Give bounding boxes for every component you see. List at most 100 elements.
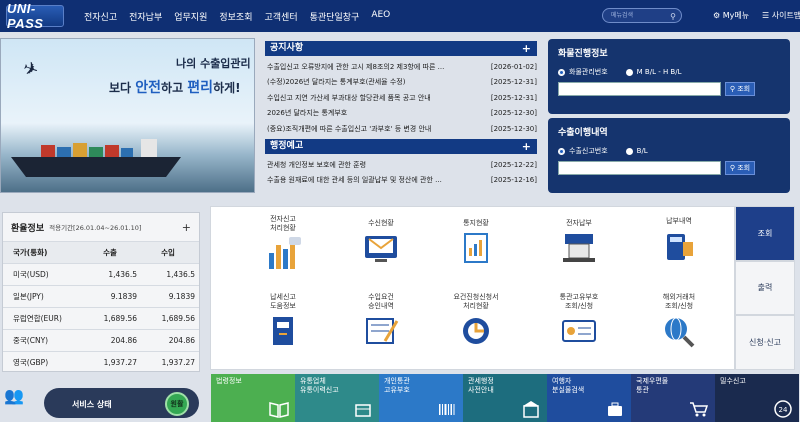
- tab-inquiry[interactable]: 조회: [735, 206, 795, 261]
- list-item[interactable]: 2026년 달라지는 통계부호 [2025-12-30]: [267, 106, 537, 122]
- cargo-radio-bl[interactable]: M B/L - H B/L: [625, 67, 682, 77]
- payment-terminal-icon: [563, 234, 595, 262]
- menu-search-input[interactable]: 메뉴검색 ⚲: [602, 8, 682, 23]
- bar-chart-icon: [269, 237, 301, 269]
- nav-customer-center[interactable]: 고객센터: [265, 10, 298, 23]
- cargo-track-title: 화물진행정보: [558, 49, 608, 59]
- grid-item-tax-help[interactable]: 납세신고 도움정보: [233, 293, 333, 351]
- phone-24-icon: 24: [774, 400, 792, 418]
- service-grid: 전자신고 처리현황 수신현황 통지현황 전자납부 납부내역 납세신고 도움정보 …: [210, 206, 735, 370]
- list-item[interactable]: 관세청 개인정보 보호에 관한 훈령 [2025-12-22]: [267, 157, 537, 173]
- exchange-rate-panel: 환율정보 적용기간[26.01.04~26.01.10] + 국가(통화) 수출…: [2, 212, 200, 372]
- table-row: 영국(GBP) 1,937.27 1,937.27: [3, 351, 199, 373]
- cargo-number-input[interactable]: [558, 82, 721, 96]
- table-row: 유럽연합(EUR) 1,689.56 1,689.56: [3, 307, 199, 329]
- cargo-track-panel: 화물진행정보 화물관리번호 M B/L - H B/L ⚲ 조회: [548, 39, 790, 114]
- radio-selected-icon: [558, 147, 565, 155]
- disc-status-icon: [463, 318, 489, 344]
- admin-notice-header: 행정예고 +: [265, 139, 537, 154]
- nav-e-declaration[interactable]: 전자신고: [84, 10, 117, 23]
- quick-distribution-report[interactable]: 유통업체 유통이력신고: [295, 374, 379, 422]
- unipass-logo[interactable]: UNI-PASS: [6, 1, 64, 31]
- nav-e-payment[interactable]: 전자납부: [129, 10, 162, 23]
- search-icon: ⚲: [729, 164, 735, 172]
- grid-tabs: 조회 출력 신청·신고: [735, 206, 795, 370]
- banner-headline: 나의 수출입관리: [176, 57, 251, 70]
- list-item[interactable]: (중요)조직개편에 따른 수출입신고 '과부호' 등 변경 안내 [2025-12…: [267, 121, 537, 137]
- quick-personal-customs-code[interactable]: 개인통관 고유부호: [379, 374, 463, 422]
- sitemap-label: 사이트맵: [771, 11, 800, 20]
- nav-single-window[interactable]: 통관단일창구: [310, 10, 360, 23]
- grid-item-customs-id[interactable]: 통관고유부호 조회/신청: [529, 293, 629, 351]
- report-document-icon: [464, 233, 488, 263]
- nav-aeo[interactable]: AEO: [371, 10, 390, 23]
- service-status-label: 서비스 상태: [72, 400, 112, 409]
- calculator-icon: [667, 234, 693, 260]
- tab-print[interactable]: 출력: [735, 260, 795, 316]
- search-placeholder: 메뉴검색: [611, 12, 634, 19]
- quick-intl-mail[interactable]: 국제우편물 통관: [631, 374, 715, 422]
- grid-item-e-payment[interactable]: 전자납부: [529, 219, 629, 268]
- grid-item-declaration-status[interactable]: 전자신고 처리현황: [233, 215, 333, 273]
- exchange-period: 적용기간[26.01.04~26.01.10]: [49, 224, 142, 232]
- nav-business-support[interactable]: 업무지원: [174, 10, 207, 23]
- grid-item-payment-history[interactable]: 납부내역: [629, 217, 729, 266]
- tab-application[interactable]: 신청·신고: [735, 315, 795, 370]
- help-book-icon: [273, 317, 293, 345]
- my-menu-label: My메뉴: [722, 11, 750, 20]
- barcode-icon: [439, 404, 455, 415]
- grid-item-requirement-status[interactable]: 요건진청신청서 처리현황: [426, 293, 526, 351]
- agents-icon: 👥: [4, 386, 24, 405]
- id-card-icon: [562, 320, 596, 342]
- grid-item-notification-status[interactable]: 통지현황: [426, 219, 526, 268]
- notice-header: 공지사항 +: [265, 41, 537, 56]
- export-search-button[interactable]: ⚲ 조회: [725, 161, 755, 175]
- main-nav: 전자신고 전자납부 업무지원 정보조회 고객센터 통관단일창구 AEO: [84, 10, 402, 23]
- banner-subheadline: 보다 안전하고 편리하게!: [109, 80, 241, 96]
- notice-more-button[interactable]: +: [522, 41, 531, 56]
- sitemap-link[interactable]: ☰ 사이트맵: [762, 10, 800, 21]
- book-icon: [269, 402, 289, 418]
- notice-list: 수출입신고 오류방지에 관한 고시 제8조의2 제3항에 따른 ... [2026…: [267, 59, 537, 137]
- svg-text:24: 24: [779, 406, 788, 414]
- table-row: 중국(CNY) 204.86 204.86: [3, 329, 199, 351]
- grid-item-overseas-partner[interactable]: 해외거래처 조회/신청: [629, 293, 729, 351]
- my-menu-link[interactable]: ⚙ My메뉴: [713, 10, 749, 21]
- cargo-radio-mgmt-no[interactable]: 화물관리번호: [558, 67, 608, 77]
- quick-law-info[interactable]: 법령정보: [211, 374, 295, 422]
- list-item[interactable]: 수출용 원재료에 대한 관세 등의 일괄납부 및 정산에 관한 ... [2025…: [267, 173, 537, 189]
- quick-links: 법령정보 유통업체 유통이력신고 개인통관 고유부호 관세행정 사전안내 여행자…: [211, 374, 799, 422]
- admin-notice-more-button[interactable]: +: [522, 139, 531, 154]
- export-number-input[interactable]: [558, 161, 721, 175]
- top-header: UNI-PASS 전자신고 전자납부 업무지원 정보조회 고객센터 통관단일창구…: [0, 0, 800, 32]
- export-radio-decl-no[interactable]: 수출신고번호: [558, 146, 608, 156]
- grid-item-receipt-status[interactable]: 수신현황: [331, 219, 431, 268]
- list-item[interactable]: (수정)2026년 달라지는 통계부호(관세율 수정) [2025-12-31]: [267, 75, 537, 91]
- exchange-more-button[interactable]: +: [182, 221, 191, 234]
- radio-icon: [625, 68, 633, 76]
- quick-admin-guide[interactable]: 관세행정 사전안내: [463, 374, 547, 422]
- table-row: 미국(USD) 1,436.5 1,436.5: [3, 263, 199, 285]
- nav-info-inquiry[interactable]: 정보조회: [219, 10, 252, 23]
- service-status-badge[interactable]: 원활: [165, 392, 189, 416]
- admin-notice-title: 행정예고: [270, 141, 304, 151]
- airplane-icon: ✈: [19, 57, 42, 82]
- search-icon[interactable]: ⚲: [670, 10, 676, 23]
- quick-lost-items[interactable]: 여행자 분실물검색: [547, 374, 631, 422]
- radio-icon: [625, 147, 633, 155]
- export-track-panel: 수출이행내역 수출신고번호 B/L ⚲ 조회: [548, 118, 790, 193]
- cargo-search-button[interactable]: ⚲ 조회: [725, 82, 755, 96]
- box-icon: [355, 404, 371, 417]
- list-item[interactable]: 수입신고 지연 가산세 부과대상 할당관세 품목 공고 안내 [2025-12-3…: [267, 90, 537, 106]
- grid-item-import-approval[interactable]: 수입요건 승인내역: [331, 293, 431, 351]
- export-radio-bl[interactable]: B/L: [625, 146, 648, 156]
- suitcase-icon: [608, 402, 622, 416]
- quick-smuggling-report[interactable]: 밀수신고 24: [715, 374, 799, 422]
- exchange-title: 환율정보: [11, 223, 45, 234]
- menu-icon: ☰: [762, 11, 770, 20]
- list-item[interactable]: 수출입신고 오류방지에 관한 고시 제8조의2 제3항에 따른 ... [2026…: [267, 59, 537, 75]
- promo-banner[interactable]: ✈ 나의 수출입관리 보다 안전하고 편리하게! ‹ || ›: [0, 38, 255, 193]
- table-row: 일본(JPY) 9.1839 9.1839: [3, 285, 199, 307]
- export-track-title: 수출이행내역: [558, 128, 608, 138]
- building-icon: [523, 401, 539, 418]
